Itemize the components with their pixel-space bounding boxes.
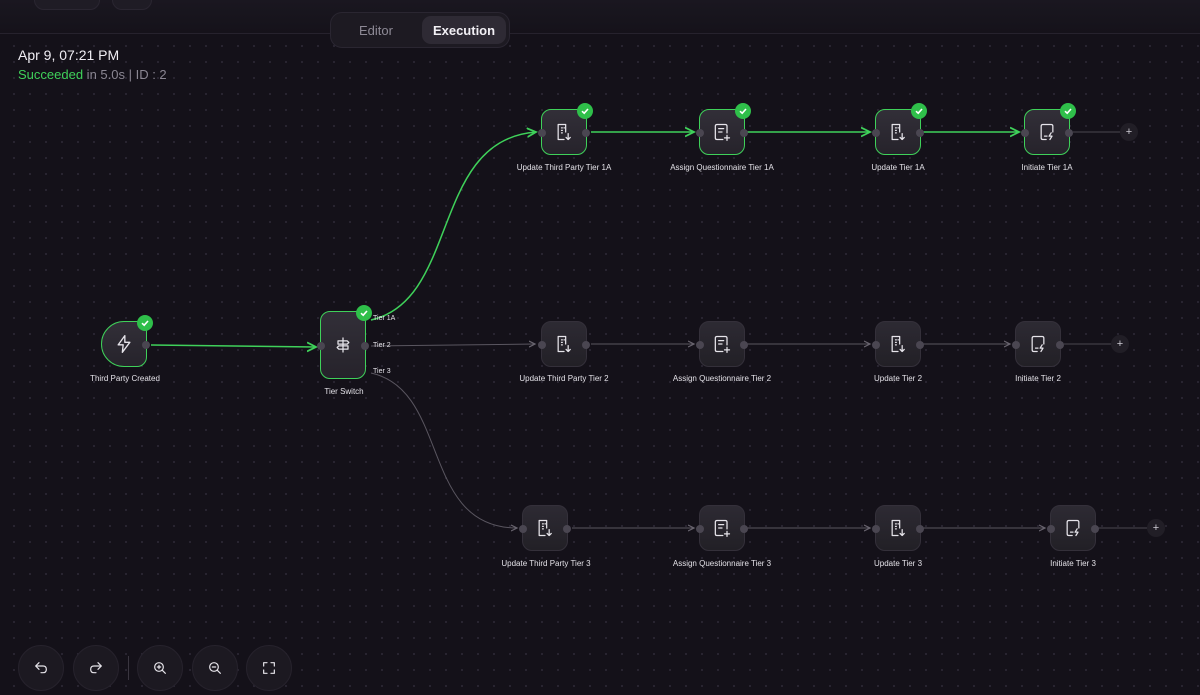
success-check-icon bbox=[1060, 103, 1076, 119]
edge-switch-tier1a bbox=[370, 132, 536, 321]
switch-icon bbox=[336, 337, 350, 353]
node-assign-questionnaire-tier-3[interactable] bbox=[696, 505, 748, 551]
input-port[interactable] bbox=[872, 341, 880, 349]
node-label: Assign Questionnaire Tier 2 bbox=[672, 374, 772, 383]
node-label: Assign Questionnaire Tier 3 bbox=[672, 559, 772, 568]
output-port[interactable] bbox=[582, 129, 590, 137]
success-check-icon bbox=[735, 103, 751, 119]
output-port[interactable] bbox=[916, 129, 924, 137]
building-update-icon bbox=[538, 519, 552, 537]
tablet-bolt-icon bbox=[1031, 335, 1045, 353]
output-port[interactable] bbox=[582, 341, 590, 349]
questionnaire-add-icon bbox=[714, 519, 731, 537]
output-port[interactable] bbox=[916, 341, 924, 349]
toolbar-divider bbox=[128, 656, 129, 680]
node-label: Update Third Party Tier 1A bbox=[516, 163, 612, 172]
node-initiate-tier-2[interactable] bbox=[1012, 321, 1064, 367]
lightning-icon bbox=[117, 335, 131, 353]
output-port[interactable] bbox=[361, 342, 369, 350]
fit-view-button[interactable] bbox=[246, 645, 292, 691]
node-label: Update Tier 3 bbox=[873, 559, 923, 568]
output-port[interactable] bbox=[142, 341, 150, 349]
zoom-out-button[interactable] bbox=[192, 645, 238, 691]
input-port[interactable] bbox=[872, 525, 880, 533]
building-update-icon bbox=[891, 335, 905, 353]
output-port[interactable] bbox=[740, 525, 748, 533]
questionnaire-add-icon bbox=[714, 335, 731, 353]
edge-switch-tier3 bbox=[370, 372, 517, 528]
undo-button[interactable] bbox=[18, 645, 64, 691]
success-check-icon bbox=[137, 315, 153, 331]
fit-view-icon bbox=[263, 662, 275, 674]
node-update-tier-3[interactable] bbox=[872, 505, 924, 551]
building-update-icon bbox=[891, 123, 905, 141]
add-node-button[interactable]: + bbox=[1147, 519, 1165, 537]
node-initiate-tier-1a[interactable] bbox=[1021, 103, 1076, 155]
node-assign-questionnaire-tier-2[interactable] bbox=[696, 321, 748, 367]
edge-trigger-switch bbox=[150, 345, 316, 347]
node-update-third-party-tier-2[interactable] bbox=[538, 321, 590, 367]
edge-switch-tier2 bbox=[370, 344, 535, 346]
building-update-icon bbox=[557, 123, 571, 141]
input-port[interactable] bbox=[538, 129, 546, 137]
output-port[interactable] bbox=[1091, 525, 1099, 533]
switch-output-label: Tier 2 bbox=[373, 342, 391, 349]
switch-output-label: Tier 3 bbox=[373, 368, 391, 375]
output-port[interactable] bbox=[916, 525, 924, 533]
input-port[interactable] bbox=[538, 341, 546, 349]
redo-button[interactable] bbox=[73, 645, 119, 691]
input-port[interactable] bbox=[872, 129, 880, 137]
output-port[interactable] bbox=[740, 129, 748, 137]
node-label: Tier Switch bbox=[324, 387, 364, 396]
node-label: Assign Questionnaire Tier 1A bbox=[670, 163, 774, 172]
add-node-button[interactable]: + bbox=[1111, 335, 1129, 353]
zoom-in-icon bbox=[154, 662, 166, 674]
input-port[interactable] bbox=[317, 342, 325, 350]
input-port[interactable] bbox=[519, 525, 527, 533]
tablet-bolt-icon bbox=[1040, 123, 1054, 141]
success-check-icon bbox=[356, 305, 372, 321]
node-assign-questionnaire-tier-1a[interactable] bbox=[696, 103, 751, 155]
switch-output-label: Tier 1A bbox=[373, 315, 396, 322]
node-third-party-created[interactable] bbox=[101, 315, 153, 367]
output-port[interactable] bbox=[1065, 129, 1073, 137]
node-update-tier-1a[interactable] bbox=[872, 103, 927, 155]
building-update-icon bbox=[557, 335, 571, 353]
input-port[interactable] bbox=[1047, 525, 1055, 533]
output-port[interactable] bbox=[563, 525, 571, 533]
zoom-in-button[interactable] bbox=[137, 645, 183, 691]
output-port[interactable] bbox=[1056, 341, 1064, 349]
node-label: Update Third Party Tier 2 bbox=[519, 374, 609, 383]
node-initiate-tier-3[interactable] bbox=[1047, 505, 1099, 551]
node-update-third-party-tier-3[interactable] bbox=[519, 505, 571, 551]
node-label: Initiate Tier 2 bbox=[1015, 374, 1061, 383]
success-check-icon bbox=[577, 103, 593, 119]
zoom-out-icon bbox=[209, 662, 221, 674]
node-label: Update Tier 2 bbox=[873, 374, 923, 383]
node-label: Initiate Tier 1A bbox=[1021, 163, 1073, 172]
add-node-button[interactable]: + bbox=[1120, 123, 1138, 141]
input-port[interactable] bbox=[696, 129, 704, 137]
input-port[interactable] bbox=[1021, 129, 1029, 137]
redo-icon bbox=[90, 662, 102, 674]
tablet-bolt-icon bbox=[1066, 519, 1080, 537]
node-label: Update Tier 1A bbox=[871, 163, 925, 172]
node-label: Initiate Tier 3 bbox=[1050, 559, 1096, 568]
node-update-third-party-tier-1a[interactable] bbox=[538, 103, 593, 155]
node-label: Update Third Party Tier 3 bbox=[501, 559, 591, 568]
undo-icon bbox=[35, 662, 47, 674]
input-port[interactable] bbox=[696, 525, 704, 533]
input-port[interactable] bbox=[1012, 341, 1020, 349]
success-check-icon bbox=[911, 103, 927, 119]
node-label: Third Party Created bbox=[90, 374, 160, 383]
questionnaire-add-icon bbox=[714, 123, 731, 141]
building-update-icon bbox=[891, 519, 905, 537]
output-port[interactable] bbox=[740, 341, 748, 349]
node-tier-switch[interactable] bbox=[317, 305, 372, 379]
node-update-tier-2[interactable] bbox=[872, 321, 924, 367]
input-port[interactable] bbox=[696, 341, 704, 349]
